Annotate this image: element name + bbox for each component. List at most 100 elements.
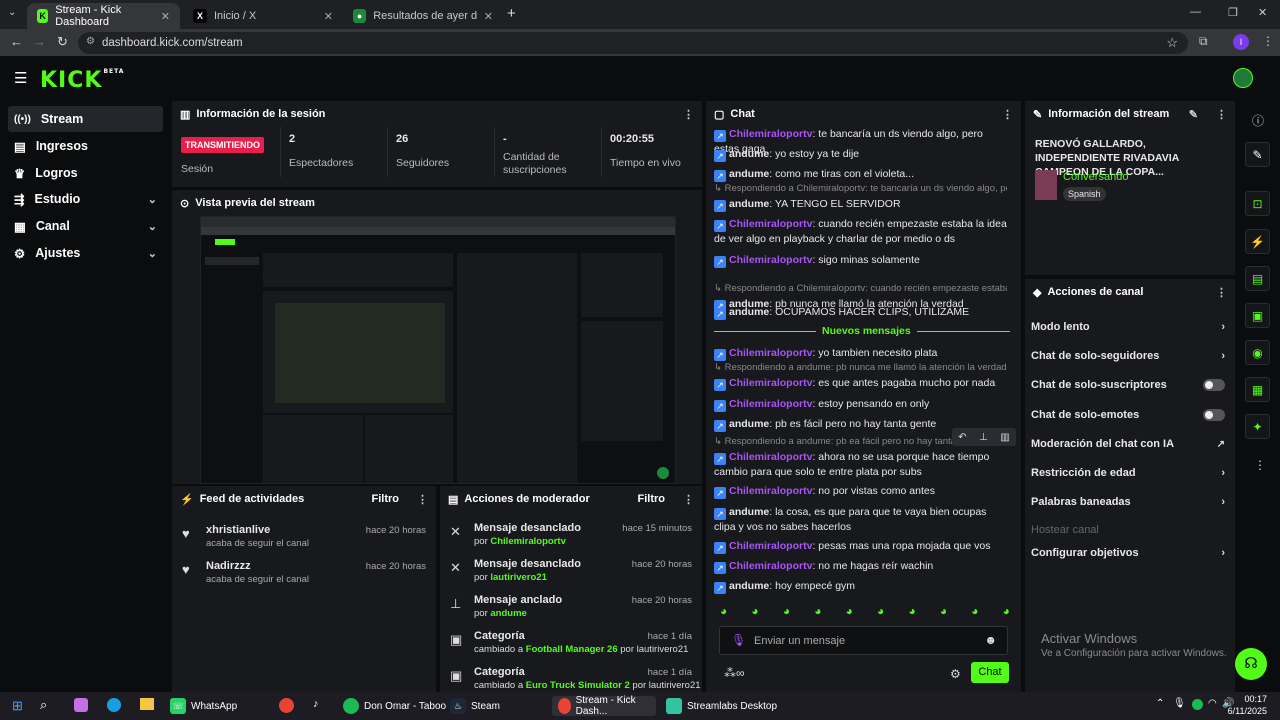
- channel-action-modo-lento[interactable]: Modo lento ›: [1031, 317, 1225, 337]
- chat-username[interactable]: andume: [729, 306, 769, 318]
- chat-message[interactable]: ↗ andume: la cosa, es que para que te vay…: [714, 505, 1007, 534]
- close-icon[interactable]: ✕: [161, 10, 170, 23]
- forward-icon[interactable]: →: [33, 34, 46, 49]
- tray-chevron-icon[interactable]: ⌃: [1156, 698, 1164, 709]
- site-info-icon[interactable]: ⚙: [86, 36, 95, 47]
- chat-username[interactable]: andume: [729, 418, 769, 430]
- window-close-icon[interactable]: ✕: [1258, 6, 1267, 19]
- chrome-icon[interactable]: [279, 698, 294, 713]
- channel-action-chat-de-solo-emotes[interactable]: Chat de solo-emotes: [1031, 405, 1225, 425]
- chat-username[interactable]: Chilemiraloportv: [729, 377, 812, 389]
- more-options-icon[interactable]: ⋮: [417, 493, 428, 506]
- kick-logo[interactable]: KICKBETA: [40, 68, 124, 93]
- tiktok-icon[interactable]: ♪: [313, 698, 319, 710]
- emote-icon[interactable]: ◕: [783, 604, 790, 620]
- reply-context[interactable]: ↳ Respondiendo a Chilemiraloportv: cuand…: [714, 283, 1007, 294]
- sidebar-item-ingresos[interactable]: ▤ Ingresos: [8, 133, 163, 159]
- rail-edit-button[interactable]: ✎: [1245, 142, 1270, 167]
- rail-broadcast-button[interactable]: ◉: [1245, 340, 1270, 365]
- channel-action-palabras-baneadas[interactable]: Palabras baneadas ›: [1031, 492, 1225, 512]
- tab-search-icon[interactable]: ⌄: [8, 7, 16, 18]
- feed-user[interactable]: Nadirzzz: [206, 560, 251, 572]
- rail-wrench-button[interactable]: ✦: [1245, 414, 1270, 439]
- emote-icon[interactable]: ◕: [877, 604, 884, 620]
- channel-action-restriccion-de-edad[interactable]: Restricción de edad ›: [1031, 463, 1225, 483]
- sidebar-item-estudio[interactable]: ⇶ Estudio ⌄: [8, 186, 163, 212]
- new-tab-icon[interactable]: +: [507, 5, 516, 22]
- rail-chat-button[interactable]: ▣: [1245, 303, 1270, 328]
- chat-message[interactable]: ↗ Chilemiraloportv: no por vistas como an…: [714, 484, 1007, 499]
- trash-icon[interactable]: ▥: [1000, 432, 1009, 443]
- chat-username[interactable]: Chilemiraloportv: [729, 347, 812, 359]
- mod-action-user[interactable]: Football Manager 26: [526, 644, 618, 655]
- taskbar-whatsapp[interactable]: ☏ WhatsApp: [170, 696, 237, 716]
- rail-layout-button[interactable]: ▦: [1245, 377, 1270, 402]
- chat-username[interactable]: Chilemiraloportv: [729, 218, 812, 230]
- microphone-icon[interactable]: 🎙: [1173, 698, 1186, 709]
- more-options-icon[interactable]: ⋮: [1002, 108, 1013, 121]
- emote-icon[interactable]: ◕: [751, 604, 758, 620]
- clock-date[interactable]: 6/11/2025: [1225, 706, 1267, 716]
- sidebar-item-logros[interactable]: ♛ Logros: [8, 160, 163, 186]
- channel-action-chat-de-solo-suscriptores[interactable]: Chat de solo-suscriptores: [1031, 375, 1225, 395]
- clock-time[interactable]: 00:17: [1237, 694, 1267, 704]
- tab-x[interactable]: X Inicio / X ✕: [183, 3, 343, 29]
- taskbar-steam[interactable]: ♨ Steam: [450, 696, 500, 716]
- close-icon[interactable]: ✕: [484, 10, 493, 23]
- chat-username[interactable]: Chilemiraloportv: [729, 560, 812, 572]
- tab-futbol[interactable]: ● Resultados de ayer del Futbol A ✕: [343, 3, 503, 29]
- chat-message[interactable]: ↗ Chilemiraloportv: ahora no se usa porqu…: [714, 450, 1007, 479]
- pin-icon[interactable]: ⊥: [979, 432, 988, 443]
- chat-username[interactable]: Chilemiraloportv: [729, 128, 812, 140]
- stream-category[interactable]: Conversando: [1063, 171, 1128, 183]
- hamburger-menu-icon[interactable]: ☰: [14, 69, 27, 87]
- restore-icon[interactable]: ❐: [1228, 6, 1238, 19]
- chat-username[interactable]: Chilemiraloportv: [729, 540, 812, 552]
- sidebar-item-stream[interactable]: ((•)) Stream: [8, 106, 163, 132]
- mod-action-user[interactable]: lautirivero21: [490, 572, 547, 583]
- filter-button[interactable]: Filtro: [638, 493, 666, 505]
- stream-video-preview[interactable]: [200, 216, 676, 484]
- tab-kick-dashboard[interactable]: K Stream - Kick Dashboard ✕: [27, 3, 180, 29]
- chat-message[interactable]: ↗ andume: OCUPAMOS HACER CLIPS, UTILIZAME: [714, 305, 1007, 320]
- chat-message[interactable]: ↗ andume: YA TENGO EL SERVIDOR: [714, 197, 1007, 212]
- spotify-tray-icon[interactable]: [1192, 699, 1203, 710]
- chat-username[interactable]: andume: [729, 148, 769, 160]
- chat-message[interactable]: ↗ Chilemiraloportv: estoy pensando en onl…: [714, 397, 1007, 412]
- back-icon[interactable]: ←: [10, 34, 23, 49]
- chat-input[interactable]: 🎙 Enviar un mensaje ☻: [719, 626, 1008, 655]
- user-avatar[interactable]: [1233, 68, 1253, 88]
- emote-icon[interactable]: ◕: [908, 604, 915, 620]
- chat-message[interactable]: ↗ Chilemiraloportv: no me hagas reír wach…: [714, 559, 1007, 574]
- extensions-icon[interactable]: ⧉: [1199, 34, 1208, 49]
- chat-username[interactable]: Chilemiraloportv: [729, 254, 812, 266]
- info-icon[interactable]: ⓘ: [1252, 112, 1264, 129]
- rail-document-button[interactable]: ▤: [1245, 266, 1270, 291]
- chat-message[interactable]: ↗ andume: como me tiras con el violeta...: [714, 167, 1007, 182]
- browser-menu-icon[interactable]: ⋮: [1262, 34, 1274, 48]
- toggle-switch[interactable]: [1203, 409, 1225, 421]
- emote-icon[interactable]: ◕: [971, 604, 978, 620]
- more-options-icon[interactable]: ⋮: [1216, 108, 1227, 121]
- copilot-icon[interactable]: [74, 698, 88, 712]
- emote-icon[interactable]: ◕: [814, 604, 821, 620]
- chat-message[interactable]: ↗ andume: yo estoy ya te dije: [714, 147, 1007, 162]
- sidebar-item-canal[interactable]: ▦ Canal ⌄: [8, 213, 163, 239]
- search-icon[interactable]: ⌕: [40, 697, 47, 713]
- chat-username[interactable]: andume: [729, 506, 769, 518]
- rail-clip-button[interactable]: ⊡: [1245, 191, 1270, 216]
- chat-username[interactable]: andume: [729, 580, 769, 592]
- file-explorer-icon[interactable]: [140, 698, 154, 710]
- profile-avatar[interactable]: I: [1233, 34, 1249, 50]
- chat-message[interactable]: ↗ Chilemiraloportv: yo tambien necesito p…: [714, 346, 1007, 361]
- feed-user[interactable]: xhristianlive: [206, 524, 270, 536]
- reload-icon[interactable]: ↻: [57, 34, 68, 50]
- filter-button[interactable]: Filtro: [372, 493, 400, 505]
- microphone-icon[interactable]: 🎙: [731, 633, 746, 647]
- chat-send-button[interactable]: Chat: [971, 662, 1009, 683]
- taskbar-spotify[interactable]: Don Omar - Taboo: [343, 696, 446, 716]
- rail-bolt-button[interactable]: ⚡: [1245, 229, 1270, 254]
- taskbar-streamlabs[interactable]: Streamlabs Desktop: [666, 696, 777, 716]
- emote-icon[interactable]: ◕: [846, 604, 853, 620]
- wifi-icon[interactable]: ◠: [1208, 698, 1217, 709]
